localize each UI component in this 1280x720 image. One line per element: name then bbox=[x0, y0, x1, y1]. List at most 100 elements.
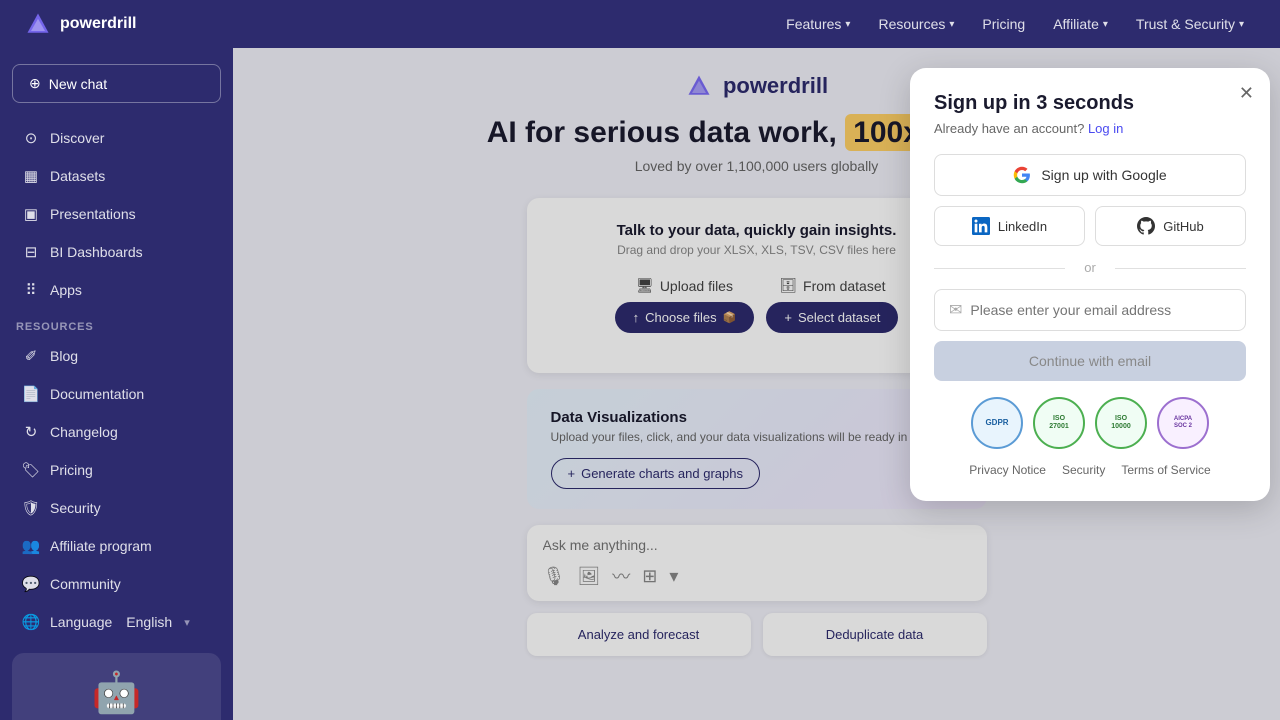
terms-link[interactable]: Terms of Service bbox=[1121, 463, 1210, 477]
audio-wave-icon[interactable]: 〰 bbox=[612, 563, 630, 589]
linkedin-icon bbox=[972, 217, 990, 235]
soc2-badge: AICPASOC 2 bbox=[1157, 397, 1209, 449]
sidebar-item-bi-dashboards[interactable]: ⊟ BI Dashboards bbox=[6, 234, 227, 270]
nav-pricing[interactable]: Pricing bbox=[970, 10, 1037, 38]
sidebar-item-changelog[interactable]: ↻ Changelog bbox=[6, 414, 227, 450]
plus-circle-icon: + bbox=[784, 310, 792, 325]
language-selector[interactable]: 🌐 Language English ▾ bbox=[6, 604, 227, 640]
generate-charts-button[interactable]: + Generate charts and graphs bbox=[551, 458, 760, 489]
upload-card-title: Talk to your data, quickly gain insights… bbox=[551, 222, 963, 239]
modal-footer: Privacy Notice Security Terms of Service bbox=[934, 463, 1246, 477]
email-input-wrap: ✉ bbox=[934, 289, 1246, 331]
modal-close-button[interactable]: ✕ bbox=[1239, 84, 1254, 102]
hero-subtext: Loved by over 1,100,000 users globally bbox=[635, 158, 879, 174]
language-value: English bbox=[126, 614, 172, 630]
google-icon bbox=[1013, 166, 1031, 184]
brand-header: powerdrill bbox=[685, 72, 828, 100]
dataset-icon: 🗄 bbox=[779, 277, 797, 294]
dropbox-icon: 📦 bbox=[723, 311, 737, 324]
chevron-down-icon: ▾ bbox=[949, 19, 954, 30]
bi-dashboards-icon: ⊟ bbox=[22, 243, 40, 261]
email-input[interactable] bbox=[970, 302, 1231, 318]
sidebar: ⊕ New chat ⊙ Discover ▦ Datasets ▣ Prese… bbox=[0, 48, 233, 720]
github-signup-button[interactable]: GitHub bbox=[1095, 206, 1246, 246]
chat-input-area: 🎙 🖼 〰 ⊞ ▾ bbox=[527, 525, 987, 601]
privacy-notice-link[interactable]: Privacy Notice bbox=[969, 463, 1046, 477]
github-icon bbox=[1137, 217, 1155, 235]
chevron-down-icon: ▾ bbox=[1103, 19, 1108, 30]
sidebar-item-security[interactable]: 🛡 Security bbox=[6, 490, 227, 526]
datasets-icon: ▦ bbox=[22, 167, 40, 185]
email-icon: ✉ bbox=[949, 300, 962, 320]
social-row: LinkedIn GitHub bbox=[934, 206, 1246, 246]
discover-icon: ⊙ bbox=[22, 129, 40, 147]
brand-logo-icon bbox=[685, 72, 713, 100]
nav-affiliate[interactable]: Affiliate ▾ bbox=[1041, 10, 1120, 38]
documentation-icon: 📄 bbox=[22, 385, 40, 403]
chat-tools: 🎙 🖼 〰 ⊞ ▾ bbox=[543, 563, 971, 589]
brand-name: powerdrill bbox=[723, 73, 828, 99]
viz-card-title: Data Visualizations bbox=[551, 409, 963, 426]
chevron-down-icon[interactable]: ▾ bbox=[669, 566, 678, 587]
community-icon: 💬 bbox=[22, 575, 40, 593]
chat-input[interactable] bbox=[543, 537, 971, 553]
or-divider: or bbox=[934, 260, 1246, 275]
sidebar-item-pricing[interactable]: 🏷 Pricing bbox=[6, 452, 227, 488]
continue-email-button[interactable]: Continue with email bbox=[934, 341, 1246, 381]
nav-trust-security[interactable]: Trust & Security ▾ bbox=[1124, 10, 1256, 38]
language-icon: 🌐 bbox=[22, 613, 40, 631]
sidebar-item-community[interactable]: 💬 Community bbox=[6, 566, 227, 602]
sidebar-item-affiliate[interactable]: 👥 Affiliate program bbox=[6, 528, 227, 564]
dataset-option: 🗄 From dataset + Select dataset bbox=[766, 277, 898, 333]
sidebar-item-documentation[interactable]: 📄 Documentation bbox=[6, 376, 227, 412]
sidebar-item-apps[interactable]: ⠿ Apps bbox=[6, 272, 227, 308]
security-icon: 🛡 bbox=[22, 499, 40, 517]
plus-icon: ⊕ bbox=[29, 75, 41, 92]
sidebar-promo: 🤖 Swift insights from knowledge and data… bbox=[12, 653, 221, 720]
choose-files-button[interactable]: ↑ Choose files 📦 bbox=[615, 302, 755, 333]
content-area: powerdrill AI for serious data work, 100… bbox=[233, 48, 1280, 720]
viz-card-subtitle: Upload your files, click, and your data … bbox=[551, 430, 963, 444]
modal-title: Sign up in 3 seconds bbox=[934, 92, 1246, 115]
sidebar-item-datasets[interactable]: ▦ Datasets bbox=[6, 158, 227, 194]
language-chevron-icon: ▾ bbox=[184, 616, 190, 629]
microphone-icon[interactable]: 🎙 bbox=[543, 566, 566, 587]
action-card-analyze[interactable]: Analyze and forecast bbox=[527, 613, 751, 656]
action-card-deduplicate[interactable]: Deduplicate data bbox=[763, 613, 987, 656]
app-logo[interactable]: powerdrill bbox=[24, 10, 136, 38]
sidebar-item-discover[interactable]: ⊙ Discover bbox=[6, 120, 227, 156]
affiliate-icon: 👥 bbox=[22, 537, 40, 555]
iso-27001-badge: ISO27001 bbox=[1033, 397, 1085, 449]
generate-plus-icon: + bbox=[568, 466, 576, 481]
iso-10000-badge: ISO10000 bbox=[1095, 397, 1147, 449]
select-dataset-button[interactable]: + Select dataset bbox=[766, 302, 898, 333]
trust-badges: GDPR ISO27001 ISO10000 AICPASOC 2 bbox=[934, 397, 1246, 449]
upload-arrow-icon: ↑ bbox=[633, 310, 640, 325]
nav-resources[interactable]: Resources ▾ bbox=[866, 10, 966, 38]
action-cards: Analyze and forecast Deduplicate data bbox=[527, 613, 987, 656]
apps-icon: ⠿ bbox=[22, 281, 40, 299]
login-link[interactable]: Log in bbox=[1088, 121, 1123, 136]
changelog-icon: ↻ bbox=[22, 423, 40, 441]
sidebar-item-presentations[interactable]: ▣ Presentations bbox=[6, 196, 227, 232]
image-icon[interactable]: 🖼 bbox=[577, 566, 600, 587]
upload-card-subtitle: Drag and drop your XLSX, XLS, TSV, CSV f… bbox=[551, 243, 963, 257]
promo-mascot: 🤖 bbox=[28, 669, 205, 716]
chevron-down-icon: ▾ bbox=[845, 19, 850, 30]
pricing-icon: 🏷 bbox=[22, 461, 40, 479]
grid-icon[interactable]: ⊞ bbox=[642, 566, 657, 587]
sidebar-item-blog[interactable]: ✐ Blog bbox=[6, 338, 227, 374]
new-chat-button[interactable]: ⊕ New chat bbox=[12, 64, 221, 103]
modal-subtitle: Already have an account? Log in bbox=[934, 121, 1246, 136]
upload-icon: 🖥 bbox=[636, 277, 654, 294]
resources-section-title: Resources bbox=[0, 309, 233, 337]
nav-features[interactable]: Features ▾ bbox=[774, 10, 862, 38]
blog-icon: ✐ bbox=[22, 347, 40, 365]
google-signup-button[interactable]: Sign up with Google bbox=[934, 154, 1246, 196]
top-nav: powerdrill Features ▾ Resources ▾ Pricin… bbox=[0, 0, 1280, 48]
security-link[interactable]: Security bbox=[1062, 463, 1105, 477]
linkedin-signup-button[interactable]: LinkedIn bbox=[934, 206, 1085, 246]
app-name: powerdrill bbox=[60, 15, 136, 33]
signup-modal: ✕ Sign up in 3 seconds Already have an a… bbox=[910, 68, 1270, 501]
presentations-icon: ▣ bbox=[22, 205, 40, 223]
